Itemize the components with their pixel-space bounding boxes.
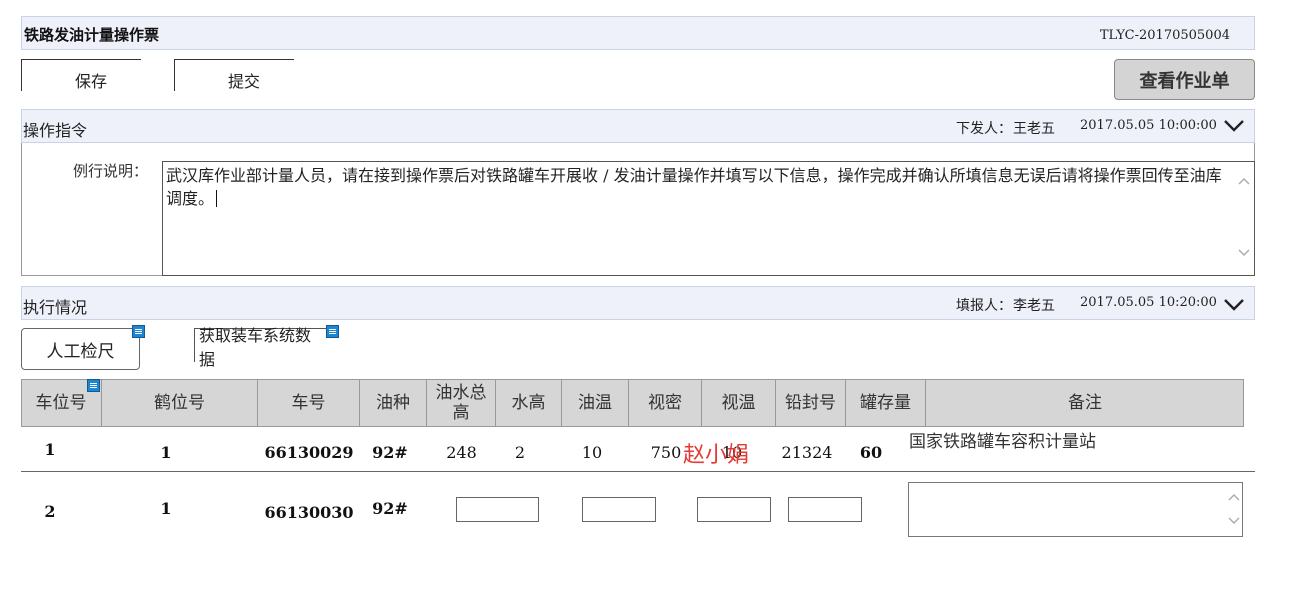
row1-stock: 60 [859,443,883,462]
instruction-textarea[interactable]: 武汉库作业部计量人员，请在接到操作票后对铁路罐车开展收 / 发油计量操作并填写以… [162,161,1255,276]
submit-label: 提交 [228,72,261,91]
scroll-down-icon[interactable] [1228,517,1240,525]
execution-header [21,286,1255,320]
col-header-remark: 备注 [1068,393,1102,413]
row1-position: 1 [44,440,56,459]
reporter-label: 填报人： [956,298,1012,314]
scroll-up-icon[interactable] [1228,493,1240,501]
fetch-loading-system-button[interactable]: 获取装车系统数据 [194,326,326,369]
view-worksheet-button[interactable]: 查看作业单 [1114,59,1255,100]
row2-position: 2 [44,502,56,521]
col-header-oil-temp: 油温 [562,379,629,427]
col-header-stock: 罐存量 [846,379,926,427]
row1-remark: 国家铁路罐车容积计量站 [909,432,1096,452]
reporter-name: 李老五 [1013,298,1055,314]
row1-crane: 1 [160,443,172,462]
instruction-header [21,109,1255,143]
row1-seal-no: 21324 [781,443,833,462]
ticket-number: TLYC-20170505004 [1099,28,1230,43]
row2-oil-temp-input[interactable] [582,497,656,522]
issuer-label: 下发人： [956,121,1012,137]
issuer-name: 王老五 [1013,121,1055,137]
col-header-seal-no: 铅封号 [776,379,846,427]
scroll-up-icon[interactable] [1238,177,1250,185]
row1-total-height: 248 [446,443,477,462]
col-header-view-temp: 视温 [702,379,776,427]
row1-oil-temp: 10 [581,443,603,462]
execution-title: 执行情况 [23,298,88,317]
instruction-field-label: 例行说明： [73,162,149,180]
col-header-crane: 鹤位号 [102,379,258,427]
instruction-text: 武汉库作业部计量人员，请在接到操作票后对铁路罐车开展收 / 发油计量操作并填写以… [166,166,1222,208]
col-header-water-height: 水高 [496,379,562,427]
row2-seal-no-input[interactable] [788,497,862,522]
row1-oil-type: 92# [372,443,408,462]
scroll-down-icon[interactable] [1238,249,1250,257]
instruction-title: 操作指令 [23,121,88,140]
row1-water-height: 2 [514,443,526,462]
chevron-down-icon[interactable] [1223,119,1245,133]
row2-crane: 1 [160,499,172,518]
col-header-oil-type: 油种 [360,379,427,427]
row2-car-no: 66130030 [264,503,354,522]
col-header-density: 视密 [629,379,702,427]
signature-stamp: 赵小娟 [683,443,750,468]
chevron-down-icon[interactable] [1223,298,1245,312]
row2-total-height-input[interactable] [456,497,539,522]
row2-remark-input[interactable] [908,482,1243,537]
list-icon[interactable] [132,325,145,338]
row2-view-temp-input[interactable] [697,497,771,522]
row2-oil-type: 92# [372,499,408,518]
issue-time: 2017.05.05 10:00:00 [1080,118,1217,133]
report-time: 2017.05.05 10:20:00 [1080,295,1217,310]
manual-gauge-button[interactable]: 人工检尺 [21,328,140,370]
page-title: 铁路发油计量操作票 [24,26,160,44]
text-caret [216,190,218,207]
save-label: 保存 [75,72,108,91]
row-divider [21,471,1255,472]
list-icon[interactable] [326,325,339,338]
row1-car-no: 66130029 [264,443,354,462]
list-icon[interactable] [87,379,100,392]
col-header-total-height: 油水总高 [427,379,496,427]
title-bar [21,16,1255,50]
col-header-car-no: 车号 [258,379,360,427]
